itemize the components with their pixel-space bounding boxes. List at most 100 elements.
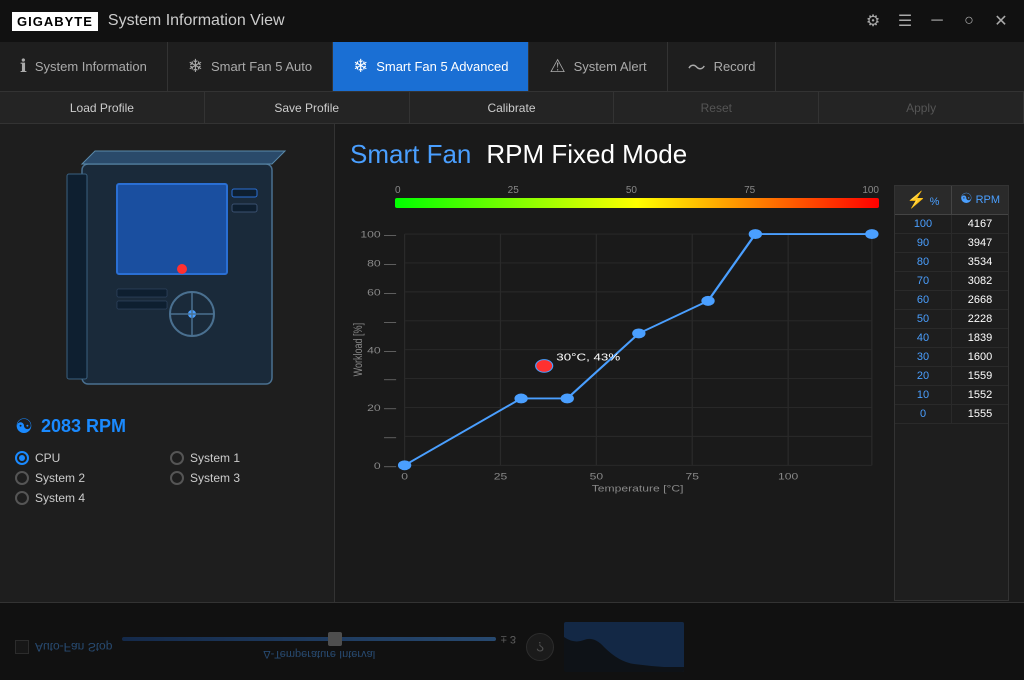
reset-button[interactable]: Reset [614, 92, 819, 123]
fan-option-system2[interactable]: System 2 [15, 471, 164, 485]
rpm-cell-value: 4167 [952, 215, 1008, 233]
rpm-icon: ☯ [15, 414, 33, 439]
tab-smart-fan-advanced-label: Smart Fan 5 Advanced [376, 59, 508, 74]
rpm-table-header: ⚡ % ☯ RPM [895, 186, 1008, 215]
apply-button[interactable]: Apply [819, 92, 1024, 123]
main-content: ☯ 2083 RPM CPU System 1 System 2 System … [0, 124, 1024, 680]
tab-smart-fan-advanced[interactable]: ❄ Smart Fan 5 Advanced [333, 42, 529, 91]
left-panel: ☯ 2083 RPM CPU System 1 System 2 System … [0, 124, 335, 680]
system3-label: System 3 [190, 471, 240, 485]
rpm-row[interactable]: 50 2228 [895, 310, 1008, 329]
rpm-row[interactable]: 10 1552 [895, 386, 1008, 405]
rpm-row[interactable]: 20 1559 [895, 367, 1008, 386]
data-point-5[interactable] [702, 296, 714, 305]
rpm-row[interactable]: 80 3534 [895, 253, 1008, 272]
minimize-icon[interactable]: ─ [926, 10, 948, 32]
radio-system4[interactable] [15, 491, 29, 505]
rpm-row[interactable]: 90 3947 [895, 234, 1008, 253]
chart-title-mode: RPM Fixed Mode [486, 139, 687, 170]
svg-text:—: — [384, 317, 396, 327]
rpm-cell-value: 1839 [952, 329, 1008, 347]
rpm-cell-percent: 50 [895, 310, 952, 328]
title-bar-right: ⚙ ☰ ─ ○ ✕ [862, 10, 1012, 32]
rpm-cell-value: 3947 [952, 234, 1008, 252]
rpm-cell-percent: 80 [895, 253, 952, 271]
tab-record[interactable]: 〜 Record [668, 42, 777, 91]
rpm-row[interactable]: 70 3082 [895, 272, 1008, 291]
rpm-row[interactable]: 0 1555 [895, 405, 1008, 424]
svg-text:Workload [%]: Workload [%] [352, 323, 366, 377]
rpm-cell-percent: 90 [895, 234, 952, 252]
rpm-cell-value: 1555 [952, 405, 1008, 423]
rpm-cell-percent: 0 [895, 405, 952, 423]
pc-svg [37, 139, 317, 399]
rpm-th-rpm-icon: ☯ RPM [952, 186, 1008, 214]
menu-icon[interactable]: ☰ [894, 10, 916, 32]
rpm-cell-percent: 20 [895, 367, 952, 385]
rpm-row[interactable]: 100 4167 [895, 215, 1008, 234]
reflection-checkbox [15, 640, 29, 654]
chart-container[interactable]: 0 25 50 75 100 [350, 185, 884, 601]
rpm-cell-percent: 100 [895, 215, 952, 233]
cpu-label: CPU [35, 451, 60, 465]
rpm-cell-value: 2228 [952, 310, 1008, 328]
selected-point[interactable] [536, 360, 553, 373]
tab-system-alert[interactable]: ⚠ System Alert [529, 42, 667, 91]
temp-gradient-bar-container: 0 25 50 75 100 [395, 185, 879, 208]
close-icon[interactable]: ✕ [990, 10, 1012, 32]
tab-system-alert-label: System Alert [574, 59, 647, 74]
tab-system-info[interactable]: ℹ System Information [0, 42, 168, 91]
system4-label: System 4 [35, 491, 85, 505]
system1-label: System 1 [190, 451, 240, 465]
fan-selectors: CPU System 1 System 2 System 3 System 4 [15, 451, 319, 505]
load-profile-button[interactable]: Load Profile [0, 92, 205, 123]
svg-text:60 —: 60 — [367, 288, 396, 298]
data-point-2[interactable] [561, 394, 573, 403]
radio-system1[interactable] [170, 451, 184, 465]
alert-icon: ⚠ [549, 56, 565, 77]
reflection-content: Auto-Fan Stop Δ-Temperature Interval ± 3… [0, 622, 1024, 672]
svg-text:20 —: 20 — [367, 403, 396, 413]
rpm-th-percent-icon: ⚡ % [895, 186, 952, 214]
chart-area: 0 25 50 75 100 [350, 185, 1009, 601]
radio-system2[interactable] [15, 471, 29, 485]
maximize-icon[interactable]: ○ [958, 10, 980, 32]
rpm-cell-percent: 70 [895, 272, 952, 290]
rpm-row[interactable]: 60 2668 [895, 291, 1008, 310]
data-point-6[interactable] [749, 230, 761, 239]
nav-bar: ℹ System Information ❄ Smart Fan 5 Auto … [0, 42, 1024, 92]
tab-smart-fan-auto[interactable]: ❄ Smart Fan 5 Auto [168, 42, 333, 91]
radio-cpu[interactable] [15, 451, 29, 465]
svg-text:75: 75 [686, 472, 700, 482]
settings-icon[interactable]: ⚙ [862, 10, 884, 32]
svg-text:Temperature [°C]: Temperature [°C] [592, 484, 684, 494]
fan-chart-svg[interactable]: 100 — 80 — 60 — — 40 — — 20 — — 0 — Work… [350, 216, 884, 496]
selected-point-label: 30°C, 43% [556, 352, 620, 363]
fan-option-system1[interactable]: System 1 [170, 451, 319, 465]
rpm-cell-value: 2668 [952, 291, 1008, 309]
fan-option-cpu[interactable]: CPU [15, 451, 164, 465]
rpm-value: 2083 RPM [41, 416, 126, 437]
calibrate-button[interactable]: Calibrate [410, 92, 615, 123]
rpm-cell-percent: 10 [895, 386, 952, 404]
rpm-row[interactable]: 30 1600 [895, 348, 1008, 367]
save-profile-button[interactable]: Save Profile [205, 92, 410, 123]
radio-system3[interactable] [170, 471, 184, 485]
svg-text:0 —: 0 — [374, 461, 397, 471]
fan-advanced-icon: ❄ [353, 56, 368, 77]
app-title: System Information View [108, 12, 285, 30]
svg-text:0: 0 [401, 472, 408, 482]
record-icon: 〜 [688, 54, 706, 80]
data-point-7[interactable] [866, 230, 878, 239]
title-bar-left: GIGABYTE System Information View [12, 12, 285, 31]
radio-cpu-inner [19, 455, 25, 461]
fan-option-system3[interactable]: System 3 [170, 471, 319, 485]
fan-option-system4[interactable]: System 4 [15, 491, 164, 505]
rpm-cell-value: 1559 [952, 367, 1008, 385]
rpm-row[interactable]: 40 1839 [895, 329, 1008, 348]
data-point-0[interactable] [399, 461, 411, 470]
data-point-4[interactable] [633, 329, 645, 338]
tab-system-info-label: System Information [35, 59, 147, 74]
pc-illustration [37, 139, 297, 399]
data-point-1[interactable] [515, 394, 527, 403]
